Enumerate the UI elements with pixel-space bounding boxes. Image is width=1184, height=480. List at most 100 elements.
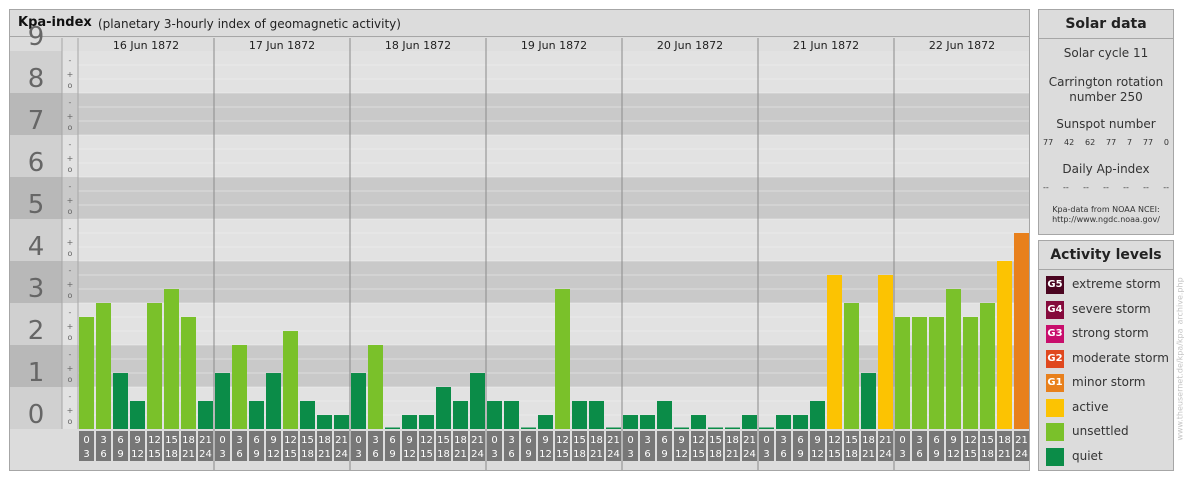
interval-end-label: 24 [607,449,620,460]
day-label: 16 Jun 1872 [113,39,179,52]
y-tick-label: 0 [28,400,45,430]
legend-item-unsettled: unsettled [1046,422,1171,442]
y-subtick-label: - [69,266,72,275]
legend-label: minor storm [1072,375,1146,389]
interval-end-label: 15 [692,449,705,460]
kpa-bar [521,427,536,429]
kpa-bar [776,415,791,429]
kpa-bar [980,303,995,429]
ap-value: -- [1083,183,1089,192]
interval-end-label: 12 [403,449,416,460]
y-subtick-label: + [67,238,74,247]
kpa-bar [895,316,910,429]
kpa-bar [793,415,808,429]
y-subtick-label: o [68,165,73,174]
kpa-bar [963,316,978,429]
kpa-bar [657,400,672,429]
y-subtick-label: o [68,375,73,384]
interval-end-label: 3 [355,449,361,460]
legend-label: moderate storm [1072,350,1169,365]
legend-item-extreme-storm: G5 extreme storm [1046,275,1171,295]
interval-start-label: 15 [573,435,586,446]
kpa-bar [79,316,94,429]
interval-end-label: 12 [811,449,824,460]
day-label: 18 Jun 1872 [385,39,451,52]
legend-swatch: G2 [1046,349,1064,368]
interval-start-label: 18 [590,435,603,446]
y-tick-label: 7 [28,106,45,136]
data-credit-link[interactable]: http://www.ngdc.noaa.gov/ [1039,215,1173,225]
legend-item-active: active [1046,398,1171,418]
kpa-bar [249,400,264,429]
interval-end-label: 9 [253,449,259,460]
interval-end-label: 21 [998,449,1011,460]
legend-swatch [1046,423,1064,441]
interval-start-label: 3 [644,435,650,446]
interval-start-label: 15 [845,435,858,446]
interval-start-label: 3 [916,435,922,446]
ap-value: -- [1163,183,1169,192]
interval-end-label: 6 [508,449,514,460]
y-subtick-label: - [69,350,72,359]
ap-value: -- [1143,183,1149,192]
kpa-bar [181,316,196,429]
interval-end-label: 9 [933,449,939,460]
kpa-bar [130,400,145,429]
interval-start-label: 0 [355,435,361,446]
interval-end-label: 6 [916,449,922,460]
interval-start-label: 6 [797,435,803,446]
interval-end-label: 6 [100,449,106,460]
kpa-bar-chart: 0123456789o+-o+-o+-o+-o+-o+-o+-o+-o+-16 … [10,22,1029,470]
interval-end-label: 18 [709,449,722,460]
sunspot-value: 77 [1106,138,1117,147]
archive-credit: www.theusernet.de/kpa/kpa_archive.php [1175,246,1184,471]
legend-label: strong storm [1072,326,1149,340]
interval-end-label: 6 [372,449,378,460]
kpa-bar [368,345,383,429]
y-subtick-label: - [69,56,72,65]
y-tick-label: 3 [28,274,45,304]
interval-end-label: 21 [726,449,739,460]
interval-end-label: 21 [182,449,195,460]
legend-label: quiet [1072,448,1103,463]
kpa-bar [572,400,587,429]
interval-start-label: 0 [491,435,497,446]
solar-cycle: Solar cycle 11 [1063,46,1149,60]
interval-start-label: 15 [981,435,994,446]
y-subtick-label: o [68,417,73,426]
carrington-rotation-line2: number 250 [1069,90,1143,104]
kpa-bar [538,415,553,429]
kpa-bar [266,373,281,429]
legend-label: active [1072,399,1109,414]
interval-start-label: 6 [933,435,939,446]
kpa-bar [283,331,298,429]
y-subtick-label: + [67,280,74,289]
interval-end-label: 18 [845,449,858,460]
interval-end-label: 12 [539,449,552,460]
kpa-bar [470,373,485,429]
kpa-bar [708,427,723,429]
interval-start-label: 9 [678,435,684,446]
interval-start-label: 6 [389,435,395,446]
interval-start-label: 15 [709,435,722,446]
ap-index-values: -- -- -- -- -- -- -- [1043,183,1169,192]
interval-end-label: 24 [335,449,348,460]
interval-start-label: 21 [607,435,620,446]
interval-start-label: 12 [964,435,977,446]
interval-start-label: 3 [100,435,106,446]
kpa-bar [385,427,400,429]
interval-start-label: 0 [899,435,905,446]
interval-end-label: 12 [675,449,688,460]
sunspot-value: 7 [1127,138,1133,147]
interval-start-label: 21 [471,435,484,446]
interval-end-label: 15 [964,449,977,460]
grid-band [62,177,1029,219]
interval-end-label: 3 [491,449,497,460]
kpa-bar [164,289,179,429]
y-subtick-label: - [69,98,72,107]
kpa-bar [912,316,927,429]
archive-credit-text: www.theusernet.de/kpa/kpa_archive.php [1175,276,1184,441]
interval-start-label: 6 [661,435,667,446]
interval-end-label: 18 [981,449,994,460]
kpa-bar [827,274,842,429]
